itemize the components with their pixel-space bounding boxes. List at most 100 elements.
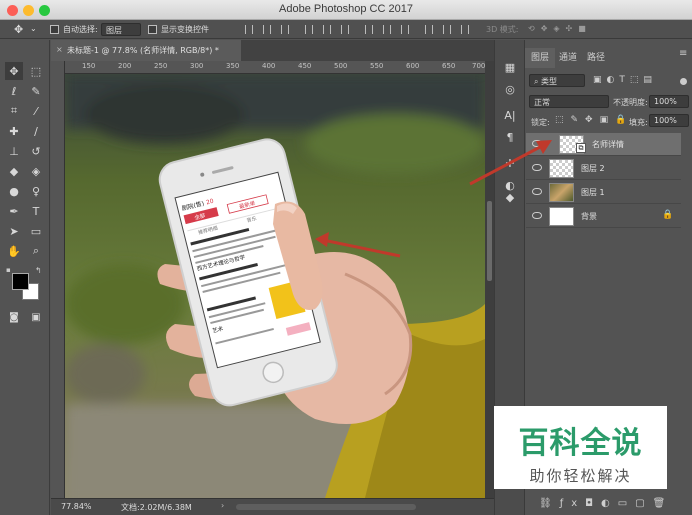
align-left-icon[interactable] (305, 25, 313, 34)
swap-colors-icon[interactable]: ↰ (35, 266, 42, 275)
auto-select-value: 图层 (106, 26, 122, 35)
auto-select-dropdown[interactable]: 图层 (101, 23, 141, 36)
move-tool-icon[interactable]: ✥ (14, 23, 23, 36)
distribute-top-icon[interactable] (365, 25, 373, 34)
quick-select-tool-icon[interactable]: ✎ (27, 82, 45, 100)
watermark-subtitle: 助你轻松解决 (529, 467, 632, 485)
character-panel-icon[interactable]: A| (501, 106, 519, 124)
paint-bucket-icon[interactable]: ◈ (27, 162, 45, 180)
document-info: 文档:2.02M/6.38M (121, 503, 192, 512)
lock-icon: 🔒 (662, 210, 674, 220)
ruler-tick: 300 (190, 62, 204, 70)
filter-icons[interactable]: ▣◐T⬚▤ (593, 75, 657, 85)
lock-icons[interactable]: ⬚✎✥▣🔒 (555, 115, 633, 125)
zoom-level[interactable]: 77.84% (61, 502, 92, 511)
ruler-tick: 250 (154, 62, 168, 70)
tab-channels[interactable]: 通道 (559, 50, 577, 63)
lock-label: 锁定: (531, 118, 550, 127)
distribute-left-icon[interactable] (425, 25, 433, 34)
distribute-right-icon[interactable] (461, 25, 469, 34)
quick-mask-icon[interactable]: ◙ (5, 308, 23, 326)
dodge-tool-icon[interactable]: ♀ (27, 182, 45, 200)
move-tool-icon[interactable]: ✥ (5, 62, 23, 80)
ruler-tick: 450 (298, 62, 312, 70)
app-title: Adobe Photoshop CC 2017 (279, 3, 413, 15)
status-menu-arrow-icon[interactable]: › (221, 501, 224, 510)
fill-field[interactable]: 100% (649, 114, 689, 127)
tab-layers[interactable]: 图层 (531, 50, 549, 63)
watermark-title: 百科全说 (518, 426, 643, 461)
opacity-label: 不透明度: (613, 98, 648, 107)
annotation-arrow-line (469, 144, 543, 186)
layer-thumbnail (549, 207, 574, 226)
eraser-tool-icon[interactable]: ◆ (5, 162, 23, 180)
tab-paths[interactable]: 路径 (587, 50, 605, 63)
layer-filter-value: 类型 (541, 77, 558, 86)
history-brush-icon[interactable]: ↺ (27, 142, 45, 160)
clone-stamp-icon[interactable]: ⊥ (5, 142, 23, 160)
ruler-tick: 350 (226, 62, 240, 70)
ruler-tick: 150 (82, 62, 96, 70)
layer-filter-dropdown[interactable]: ⌕ 类型 (529, 74, 585, 87)
horizontal-ruler: 150 200 250 300 350 400 450 500 550 600 … (65, 61, 485, 74)
pen-tool-icon[interactable]: ✒ (5, 202, 23, 220)
watermark-logo: 百科全说 助你轻松解决 (494, 406, 667, 489)
vertical-scroll-thumb[interactable] (487, 201, 492, 281)
rectangle-tool-icon[interactable]: ▭ (27, 222, 45, 240)
ruler-tick: 700 (472, 62, 486, 70)
lasso-tool-icon[interactable]: ℓ (5, 82, 23, 100)
align-vcenter-icon[interactable] (263, 25, 271, 34)
tool-preset-chevron-icon[interactable]: ⌄ (30, 24, 37, 33)
show-transform-label: 显示变换控件 (161, 25, 209, 34)
type-tool-icon[interactable]: T (27, 202, 45, 220)
distribute-bottom-icon[interactable] (401, 25, 409, 34)
layer-actions-bar[interactable]: ⛓ƒx◘◐▭▢🗑 (539, 498, 673, 509)
panel-menu-icon[interactable]: ≡ (679, 48, 687, 59)
healing-brush-icon[interactable]: ✚ (5, 122, 23, 140)
visibility-eye-icon[interactable] (532, 212, 542, 219)
align-bottom-icon[interactable] (281, 25, 289, 34)
fill-label: 填充: (629, 118, 648, 127)
title-bar: Adobe Photoshop CC 2017 (0, 0, 692, 20)
ruler-tick: 600 (406, 62, 420, 70)
eyedropper-tool-icon[interactable]: ⁄ (27, 102, 45, 120)
blur-tool-icon[interactable]: ● (5, 182, 23, 200)
smart-object-icon: ⧉ (576, 143, 586, 153)
default-colors-icon[interactable]: ▪ (6, 266, 13, 274)
opacity-field[interactable]: 100% (649, 95, 689, 108)
blend-mode-dropdown[interactable]: 正常 (529, 95, 609, 108)
crop-tool-icon[interactable]: ⌗ (5, 102, 23, 120)
brush-tool-icon[interactable]: ∕ (27, 122, 45, 140)
auto-select-checkbox[interactable] (50, 25, 59, 34)
filter-toggle-icon[interactable] (680, 78, 687, 85)
vertical-scrollbar[interactable] (485, 61, 494, 498)
history-panel-icon[interactable]: ▦ (501, 58, 519, 76)
document-canvas[interactable]: 剧院(售) 20 全部 最新单 推荐明细 音乐 西方艺术理论与哲学 艺术 (65, 74, 485, 498)
fill-value: 100% (654, 116, 677, 125)
close-tab-icon[interactable]: × (56, 45, 63, 54)
align-top-icon[interactable] (245, 25, 253, 34)
marquee-tool-icon[interactable]: ⬚ (27, 62, 45, 80)
hand-tool-icon[interactable]: ✋ (5, 242, 23, 260)
zoom-tool-icon[interactable]: ⌕ (27, 242, 45, 260)
ruler-tick: 650 (442, 62, 456, 70)
layer-name: 图层 1 (581, 188, 605, 197)
align-hcenter-icon[interactable] (323, 25, 331, 34)
actions-panel-icon[interactable]: ◎ (501, 80, 519, 98)
screen-mode-icon[interactable]: ▣ (27, 308, 45, 326)
distribute-vcenter-icon[interactable] (383, 25, 391, 34)
document-tab[interactable]: × 未标题-1 @ 77.8% (名师详情, RGB/8*) * (51, 40, 241, 61)
ruler-tick: 500 (334, 62, 348, 70)
show-transform-checkbox[interactable] (148, 25, 157, 34)
layer-name: 名师详情 (592, 140, 624, 149)
align-right-icon[interactable] (341, 25, 349, 34)
horizontal-scrollbar[interactable] (236, 504, 416, 510)
canvas-photo: 剧院(售) 20 全部 最新单 推荐明细 音乐 西方艺术理论与哲学 艺术 (65, 74, 485, 498)
layer-name: 背景 (581, 212, 597, 221)
layer-row[interactable]: 背景 🔒 (526, 205, 681, 228)
mode-3d-icons[interactable]: ⟲✥◈✣■ (528, 24, 592, 33)
foreground-color-swatch[interactable] (12, 273, 29, 290)
distribute-hcenter-icon[interactable] (443, 25, 451, 34)
path-select-icon[interactable]: ➤ (5, 222, 23, 240)
options-bar: ✥ ⌄ 自动选择: 图层 显示变换控件 3D 模式: ⟲✥◈✣■ (0, 20, 692, 39)
